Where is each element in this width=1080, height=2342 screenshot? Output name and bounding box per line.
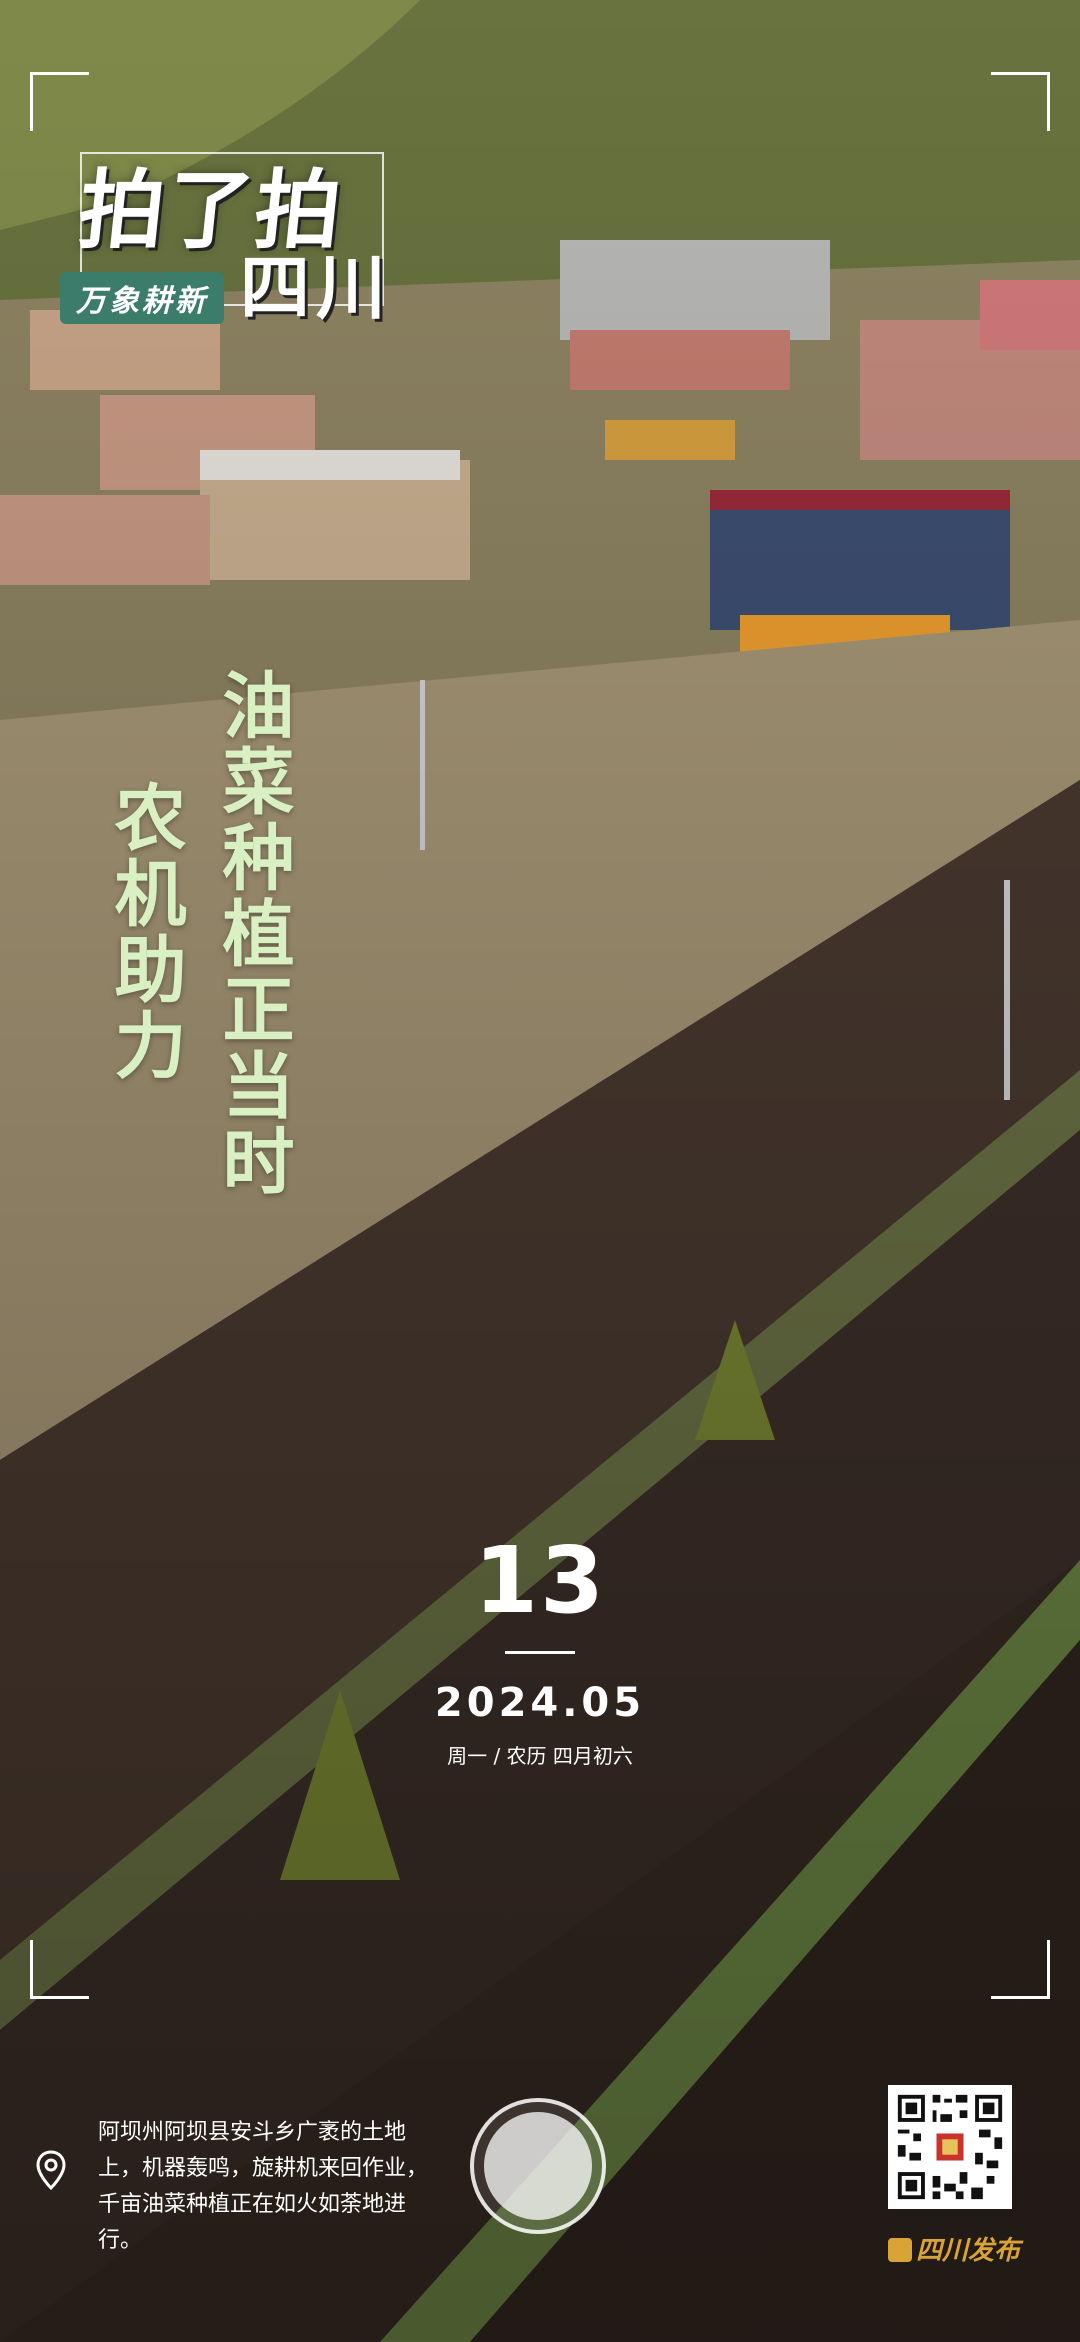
date-lunar: 农历 四月初六	[506, 1744, 633, 1768]
background-photo	[0, 0, 1080, 2342]
date-day: 13	[473, 1527, 607, 1634]
date-block: 13 2024.05 周一 / 农历 四月初六	[390, 1535, 690, 1769]
caption-text: 阿坝州阿坝县安斗乡广袤的土地上，机器轰鸣，旋耕机来回作业，千亩油菜种植正在如火如…	[98, 2120, 429, 2253]
qr-code[interactable]	[888, 2085, 1012, 2209]
date-divider	[505, 1651, 575, 1654]
date-weekday: 周一	[447, 1744, 488, 1768]
frame-corner-bottom-right	[991, 1940, 1050, 1999]
date-separator: /	[493, 1744, 501, 1768]
brand-label: 四川发布	[888, 2230, 1020, 2267]
frame-corner-top-left	[30, 72, 89, 131]
logo-line2: 四川	[240, 246, 392, 329]
frame-corner-top-right	[991, 72, 1050, 131]
date-year-month: 2024.05	[434, 1680, 646, 1726]
frame-corner-bottom-left	[30, 1940, 89, 1999]
brand-text: 四川发布	[916, 2236, 1021, 2266]
brand-logo-icon	[888, 2238, 912, 2262]
capture-button[interactable]	[470, 2098, 606, 2234]
location-pin-icon	[36, 2150, 66, 2190]
logo-badge: 万象耕新	[60, 272, 224, 324]
series-logo: 拍了拍 四川 万象耕新	[60, 140, 410, 340]
headline-main: 油菜种植正当时	[210, 668, 295, 1200]
headline-sub: 农机助力	[102, 780, 187, 1084]
date-subline: 周一 / 农历 四月初六	[390, 1740, 690, 1769]
